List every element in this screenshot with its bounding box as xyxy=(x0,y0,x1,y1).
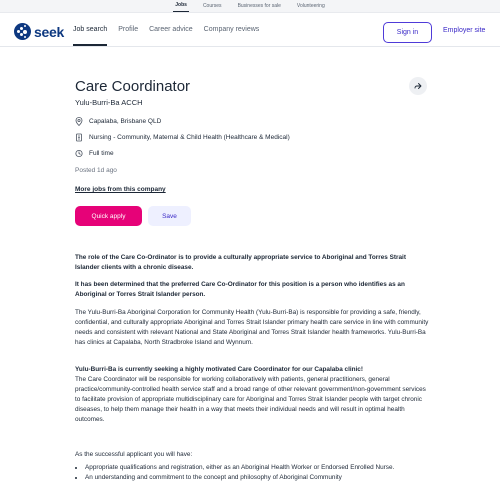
description-paragraph-5: As the successful applicant you will hav… xyxy=(75,451,193,458)
location-pin-icon xyxy=(75,117,83,126)
description-paragraph-2: It has been determined that the preferre… xyxy=(75,281,405,298)
topbar-jobs-link[interactable]: Jobs xyxy=(173,0,189,12)
posted-date: Posted 1d ago xyxy=(75,167,117,174)
briefcase-icon xyxy=(76,133,82,142)
logo-text: seek xyxy=(34,23,64,40)
topbar-businesses-link[interactable]: Businesses for sale xyxy=(236,0,283,12)
seek-logo[interactable]: seek xyxy=(14,23,64,40)
share-icon xyxy=(414,83,422,89)
requirements-list: Appropriate qualifications and registrat… xyxy=(75,463,441,483)
list-item: An understanding and commitment to the c… xyxy=(85,473,441,483)
more-jobs-link[interactable]: More jobs from this company xyxy=(75,186,166,193)
nav-job-search[interactable]: Job search xyxy=(73,15,108,46)
location-text: Capalaba, Brisbane QLD xyxy=(89,118,162,125)
nav-profile[interactable]: Profile xyxy=(118,13,138,46)
nav-career-advice[interactable]: Career advice xyxy=(149,13,193,46)
save-button[interactable]: Save xyxy=(148,206,191,226)
work-type-text: Full time xyxy=(89,150,114,157)
description-paragraph-4: The Care Coordinator will be responsible… xyxy=(75,376,426,423)
seek-logo-icon xyxy=(14,23,31,40)
topbar-courses-link[interactable]: Courses xyxy=(201,0,224,12)
job-title: Care Coordinator xyxy=(75,78,191,95)
topbar-volunteering-link[interactable]: Volunteering xyxy=(295,0,327,12)
job-location: Capalaba, Brisbane QLD xyxy=(75,117,161,126)
job-work-type: Full time xyxy=(75,149,114,158)
job-classification: Nursing - Community, Maternal & Child He… xyxy=(75,133,290,142)
classification-text: Nursing - Community, Maternal & Child He… xyxy=(89,134,290,141)
list-item: Appropriate qualifications and registrat… xyxy=(85,463,441,473)
top-utility-bar: Jobs Courses Businesses for sale Volunte… xyxy=(0,0,500,13)
description-paragraph-1: The role of the Care Co-Ordinator is to … xyxy=(75,254,406,271)
advertiser-name[interactable]: Yulu-Burri-Ba ACCH xyxy=(75,98,143,107)
description-heading: Yulu-Burri-Ba is currently seeking a hig… xyxy=(75,366,363,373)
nav-company-reviews[interactable]: Company reviews xyxy=(204,13,260,46)
nav-links: Job search Profile Career advice Company… xyxy=(73,13,259,46)
description-paragraph-3: The Yulu-Burri-Ba Aboriginal Corporation… xyxy=(75,309,429,346)
sign-in-button[interactable]: Sign in xyxy=(383,22,432,43)
quick-apply-button[interactable]: Quick apply xyxy=(75,206,142,226)
share-button[interactable] xyxy=(409,77,427,95)
employer-site-link[interactable]: Employer site xyxy=(443,27,485,34)
clock-icon xyxy=(75,149,83,158)
